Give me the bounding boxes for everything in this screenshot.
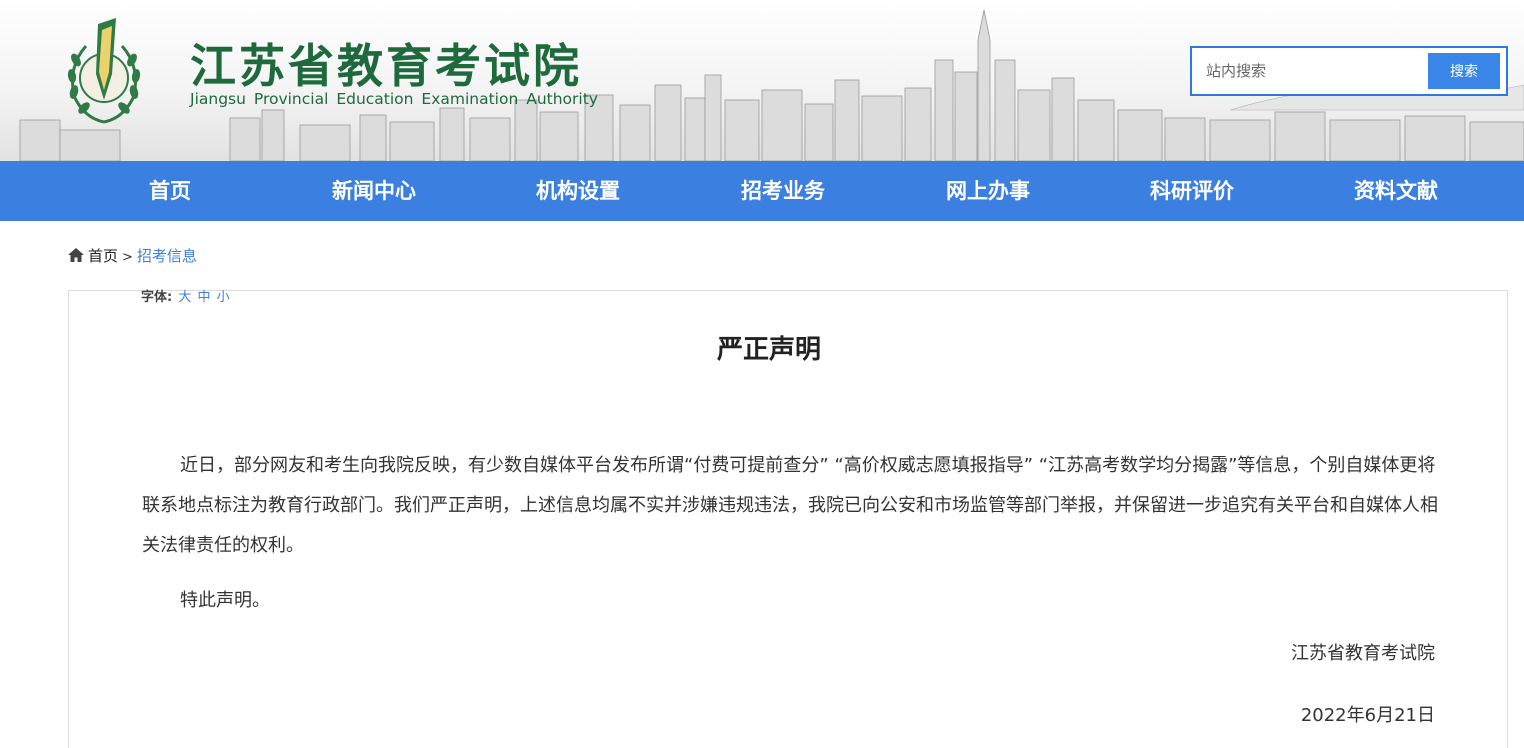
nav-item-online-services[interactable]: 网上办事 (898, 161, 1078, 221)
site-header: 江苏省教育考试院 Jiangsu Provincial Education Ex… (0, 0, 1524, 161)
article-signature: 江苏省教育考试院 (1291, 643, 1435, 664)
article-title: 严正声明 (716, 335, 821, 365)
home-icon (68, 248, 84, 262)
search-box: 搜索 (1190, 46, 1508, 96)
nav-item-home[interactable]: 首页 (80, 161, 260, 221)
nav-item-documents[interactable]: 资料文献 (1306, 161, 1486, 221)
font-size-selector: 字体: 大 中 小 (141, 286, 230, 305)
nav-item-admissions[interactable]: 招考业务 (693, 161, 873, 221)
breadcrumb: 首页 > 招考信息 (68, 245, 197, 267)
laurel-emblem-icon (67, 18, 141, 124)
breadcrumb-separator: > (122, 250, 133, 265)
breadcrumb-home-link[interactable]: 首页 (88, 247, 118, 265)
org-name-en: Jiangsu Provincial Education Examination… (190, 90, 598, 108)
font-size-large[interactable]: 大 (178, 290, 191, 305)
nav-item-organization[interactable]: 机构设置 (488, 161, 668, 221)
article-date: 2022年6月21日 (1300, 705, 1435, 726)
nav-item-news[interactable]: 新闻中心 (284, 161, 464, 221)
nav-item-research[interactable]: 科研评价 (1102, 161, 1282, 221)
article-panel: 字体: 大 中 小 严正声明 近日，部分网友和考生向我院反映，有少数自媒体平台发… (68, 290, 1508, 748)
main-nav: 首页 新闻中心 机构设置 招考业务 网上办事 科研评价 资料文献 (0, 161, 1524, 221)
article-paragraph: 特此声明。 (180, 590, 270, 611)
org-name-cn: 江苏省教育考试院 (190, 39, 582, 93)
breadcrumb-current-link[interactable]: 招考信息 (137, 247, 197, 265)
search-button[interactable]: 搜索 (1428, 53, 1500, 89)
article-paragraph: 近日，部分网友和考生向我院反映，有少数自媒体平台发布所谓“付费可提前查分” “高… (142, 455, 1438, 556)
search-input[interactable] (1198, 54, 1426, 88)
font-size-small[interactable]: 小 (217, 290, 230, 305)
font-size-label: 字体: (141, 290, 173, 305)
font-size-medium[interactable]: 中 (198, 290, 211, 305)
